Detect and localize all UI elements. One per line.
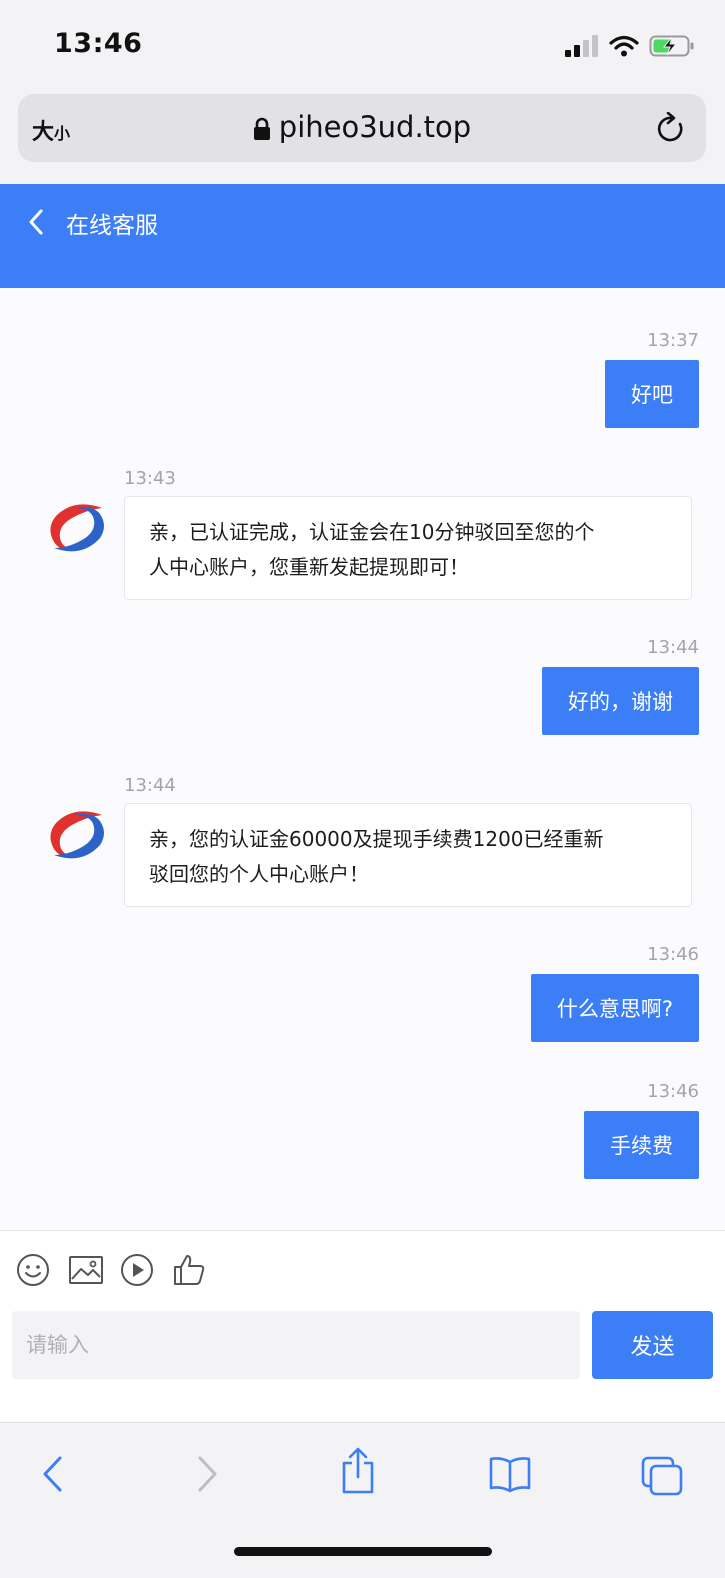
bookmarks-icon[interactable] [488, 1455, 532, 1493]
message-line: 亲，您的认证金60000及提现手续费1200已经重新 [149, 827, 604, 851]
outgoing-message-bubble: 手续费 [584, 1111, 699, 1179]
message-timestamp: 13:44 [647, 637, 699, 658]
browser-bar: 大小 piheo3ud.top [0, 92, 725, 184]
composer: 发送 [0, 1230, 725, 1422]
incoming-message-bubble: 亲，您的认证金60000及提现手续费1200已经重新 驳回您的个人中心账户！ [124, 803, 692, 907]
url-display[interactable]: piheo3ud.top [18, 110, 706, 144]
send-button[interactable]: 发送 [592, 1311, 713, 1379]
video-icon[interactable] [120, 1253, 154, 1287]
browser-toolbar [0, 1422, 725, 1578]
wifi-icon [609, 35, 639, 57]
outgoing-message-bubble: 什么意思啊? [530, 974, 699, 1042]
message-list[interactable]: 13:37 好吧 13:43 亲，已认证完成，认证金会在10分钟驳回至您的个 人… [0, 288, 725, 1230]
address-bar[interactable]: 大小 piheo3ud.top [18, 94, 706, 162]
chat-header: 在线客服 [0, 184, 725, 288]
status-time: 13:46 [54, 28, 143, 59]
reload-icon[interactable] [656, 112, 686, 144]
outgoing-message-bubble: 好的，谢谢 [542, 667, 699, 735]
message-line: 亲，已认证完成，认证金会在10分钟驳回至您的个 [149, 520, 595, 544]
message-timestamp: 13:44 [124, 775, 176, 796]
url-text: piheo3ud.top [278, 110, 472, 144]
page-title: 在线客服 [66, 213, 158, 239]
back-chevron-icon[interactable] [26, 208, 46, 236]
share-icon[interactable] [340, 1447, 376, 1495]
home-indicator [234, 1547, 492, 1556]
incoming-message-bubble: 亲，已认证完成，认证金会在10分钟驳回至您的个 人中心账户，您重新发起提现即可！ [124, 496, 692, 600]
tabs-icon[interactable] [640, 1455, 684, 1497]
agent-avatar [50, 504, 104, 552]
status-bar: 13:46 [0, 0, 725, 92]
outgoing-message-bubble: 好吧 [605, 360, 699, 428]
message-input[interactable] [12, 1311, 580, 1379]
message-timestamp: 13:46 [647, 1081, 699, 1102]
signal-icon [565, 35, 598, 57]
browser-back-icon[interactable] [40, 1455, 66, 1493]
message-timestamp: 13:46 [647, 944, 699, 965]
screen: 13:46 大小 piheo3ud.top 在线客服 13:37 好吧 13:4… [0, 0, 725, 1578]
status-icons [565, 34, 695, 58]
lock-icon [253, 117, 270, 140]
message-timestamp: 13:37 [647, 330, 699, 351]
message-line: 人中心账户，您重新发起提现即可！ [149, 555, 469, 579]
browser-forward-icon[interactable] [194, 1455, 220, 1493]
agent-avatar [50, 811, 104, 859]
thumbs-up-icon[interactable] [172, 1253, 206, 1287]
message-line: 驳回您的个人中心账户！ [149, 862, 369, 886]
emoji-icon[interactable] [16, 1253, 50, 1287]
message-timestamp: 13:43 [124, 468, 176, 489]
image-icon[interactable] [68, 1253, 104, 1287]
battery-charging-icon [649, 35, 694, 57]
